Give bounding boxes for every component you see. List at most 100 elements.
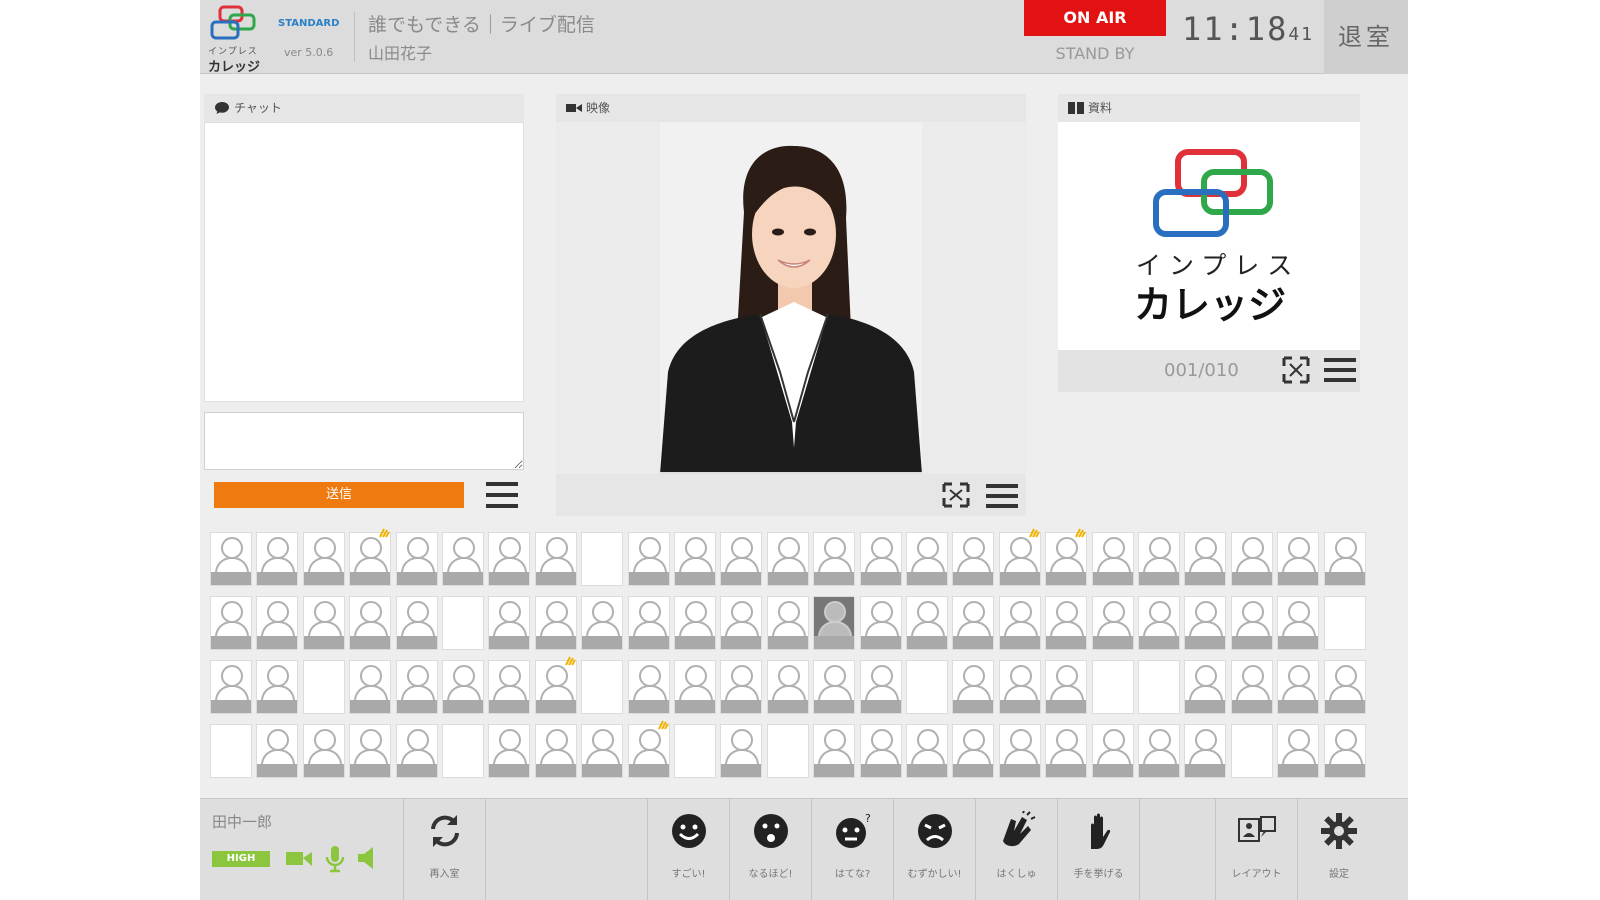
empty-seat[interactable] [581, 660, 624, 714]
student-seat[interactable] [488, 532, 531, 586]
chat-log[interactable] [204, 122, 524, 402]
student-seat[interactable] [813, 724, 856, 778]
reaction-button-4[interactable]: むずかしい! [894, 799, 976, 900]
student-seat[interactable] [998, 528, 1041, 586]
empty-seat[interactable] [442, 724, 484, 778]
student-seat[interactable] [488, 724, 531, 778]
student-seat[interactable] [766, 660, 809, 714]
student-seat[interactable] [1045, 660, 1088, 714]
student-seat[interactable] [210, 532, 252, 586]
student-seat[interactable] [952, 596, 995, 650]
student-seat[interactable] [1230, 532, 1273, 586]
student-seat[interactable] [998, 596, 1041, 650]
empty-seat[interactable] [1230, 724, 1273, 778]
empty-seat[interactable] [766, 724, 809, 778]
student-seat[interactable] [1277, 724, 1320, 778]
student-seat[interactable] [581, 596, 624, 650]
empty-seat[interactable] [442, 596, 484, 650]
student-seat[interactable] [534, 532, 577, 586]
student-seat[interactable] [859, 596, 902, 650]
student-seat[interactable] [1277, 596, 1320, 650]
student-seat[interactable] [720, 660, 763, 714]
reenter-button[interactable]: 再入室 [404, 799, 486, 900]
student-seat[interactable] [534, 596, 577, 650]
student-seat[interactable] [442, 532, 484, 586]
student-seat[interactable] [1184, 660, 1227, 714]
camera-status-icon[interactable] [284, 843, 314, 873]
student-seat[interactable] [302, 724, 345, 778]
student-seat[interactable] [442, 660, 484, 714]
student-seat[interactable] [1045, 596, 1088, 650]
student-seat[interactable] [395, 660, 438, 714]
student-seat[interactable] [302, 596, 345, 650]
student-seat[interactable] [906, 724, 948, 778]
student-seat[interactable] [952, 660, 995, 714]
empty-seat[interactable] [1138, 660, 1180, 714]
student-seat[interactable] [998, 660, 1041, 714]
fullscreen-icon[interactable] [942, 482, 970, 508]
student-seat[interactable] [349, 724, 392, 778]
student-seat[interactable] [581, 724, 624, 778]
student-seat[interactable] [534, 656, 577, 714]
student-seat[interactable] [1184, 596, 1227, 650]
student-seat[interactable] [1323, 660, 1366, 714]
empty-seat[interactable] [302, 660, 345, 714]
student-seat[interactable] [256, 724, 299, 778]
student-seat[interactable] [720, 596, 763, 650]
student-seat[interactable] [998, 724, 1041, 778]
student-seat[interactable] [395, 532, 438, 586]
student-seat[interactable] [488, 596, 531, 650]
student-seat[interactable] [952, 724, 995, 778]
student-seat[interactable] [674, 660, 716, 714]
student-seat[interactable] [302, 532, 345, 586]
student-seat[interactable] [1045, 528, 1088, 586]
empty-seat[interactable] [210, 724, 252, 778]
document-fullscreen-icon[interactable] [1282, 356, 1310, 384]
student-seat[interactable] [1138, 724, 1180, 778]
student-seat[interactable] [395, 724, 438, 778]
student-seat[interactable] [859, 660, 902, 714]
student-seat[interactable] [1230, 596, 1273, 650]
student-seat[interactable] [674, 596, 716, 650]
speaker-icon[interactable] [354, 843, 384, 873]
reaction-button-3[interactable]: ? はてな? [812, 799, 894, 900]
empty-seat[interactable] [674, 724, 716, 778]
student-seat[interactable] [720, 724, 763, 778]
empty-seat[interactable] [906, 660, 948, 714]
chat-message-input[interactable] [204, 412, 524, 470]
chat-menu-icon[interactable] [486, 480, 518, 510]
student-seat[interactable] [1277, 660, 1320, 714]
student-seat[interactable] [256, 532, 299, 586]
student-seat[interactable] [906, 532, 948, 586]
student-seat[interactable] [1138, 532, 1180, 586]
student-seat[interactable] [674, 532, 716, 586]
student-seat[interactable] [813, 660, 856, 714]
student-seat[interactable] [1184, 724, 1227, 778]
student-seat[interactable] [1323, 532, 1366, 586]
empty-seat[interactable] [1091, 660, 1134, 714]
student-seat[interactable] [766, 532, 809, 586]
student-seat[interactable] [1230, 660, 1273, 714]
student-seat[interactable] [627, 720, 670, 778]
student-seat[interactable] [210, 660, 252, 714]
student-seat[interactable] [906, 596, 948, 650]
reaction-button-1[interactable]: すごい! [648, 799, 730, 900]
student-seat[interactable] [210, 596, 252, 650]
exit-room-button[interactable]: 退室 [1324, 0, 1408, 74]
empty-seat[interactable] [581, 532, 624, 586]
student-seat[interactable] [952, 532, 995, 586]
reaction-button-5[interactable]: はくしゅ [976, 799, 1058, 900]
student-seat[interactable] [1323, 724, 1366, 778]
document-menu-icon[interactable] [1324, 356, 1356, 384]
student-seat[interactable] [1277, 532, 1320, 586]
student-seat[interactable] [349, 660, 392, 714]
student-seat[interactable] [488, 660, 531, 714]
student-seat[interactable] [349, 596, 392, 650]
student-seat[interactable] [627, 660, 670, 714]
layout-button[interactable]: レイアウト [1216, 799, 1298, 900]
microphone-icon[interactable] [320, 843, 350, 873]
student-seat[interactable] [1045, 724, 1088, 778]
student-seat[interactable] [1091, 532, 1134, 586]
student-seat[interactable] [627, 596, 670, 650]
student-seat[interactable] [256, 596, 299, 650]
